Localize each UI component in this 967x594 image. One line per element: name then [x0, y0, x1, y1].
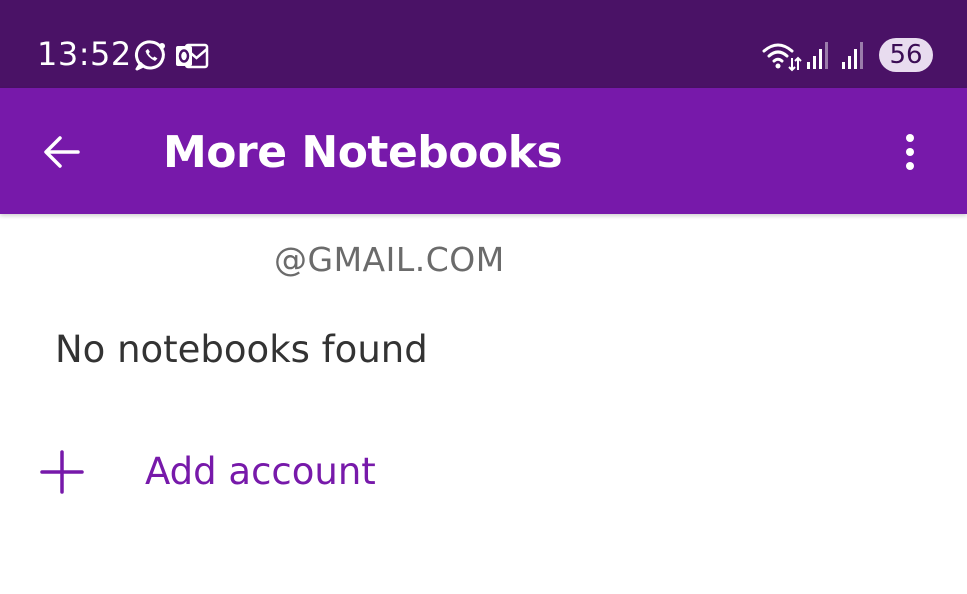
add-account-label: Add account	[145, 450, 376, 493]
battery-indicator: 56	[879, 38, 933, 72]
outlook-icon	[176, 43, 209, 69]
add-account-button[interactable]: Add account	[30, 440, 450, 504]
more-options-button[interactable]	[880, 120, 940, 184]
back-button[interactable]	[30, 120, 94, 184]
status-time: 13:52	[37, 35, 132, 73]
app-bar: More Notebooks	[0, 88, 967, 214]
more-vertical-icon	[906, 134, 914, 170]
signal-icon	[807, 42, 828, 69]
empty-state-message: No notebooks found	[55, 328, 428, 371]
arrow-left-icon	[44, 136, 80, 168]
wifi-icon	[762, 43, 802, 72]
account-email: @GMAIL.COM	[274, 240, 505, 279]
whatsapp-icon	[134, 40, 165, 71]
status-bar: 13:52 56	[0, 0, 967, 88]
page-title: More Notebooks	[163, 127, 563, 178]
signal-icon	[842, 42, 863, 69]
plus-icon	[40, 450, 84, 494]
